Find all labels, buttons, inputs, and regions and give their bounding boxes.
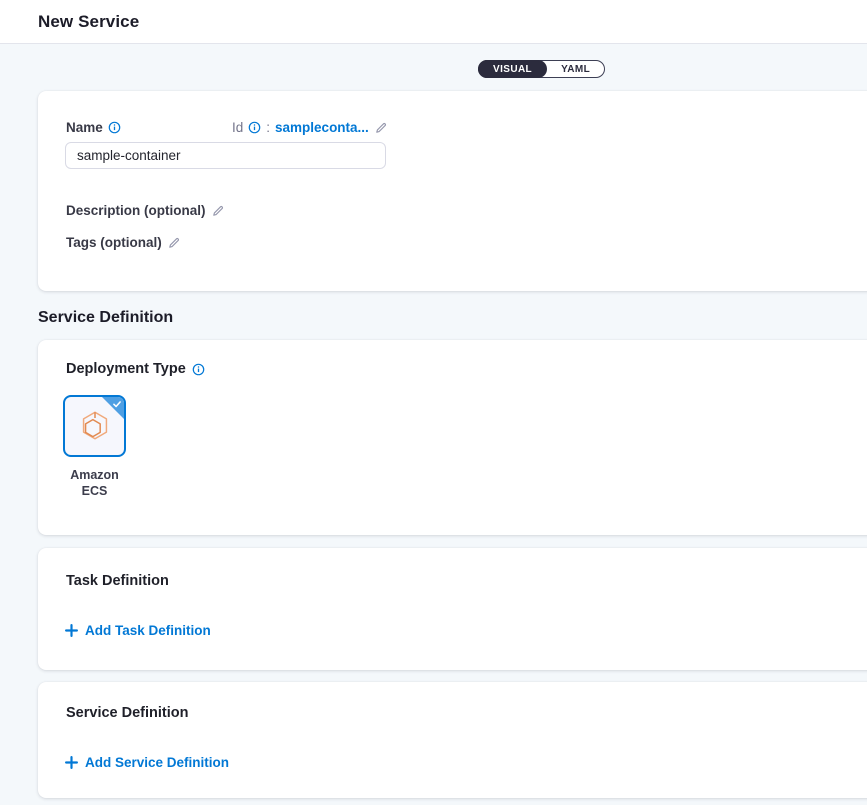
deployment-type-heading: Deployment Type — [66, 361, 186, 377]
description-edit-pencil-icon[interactable] — [211, 204, 225, 218]
service-definition-card: Service Definition Add Service Definitio… — [38, 682, 867, 798]
add-service-definition-button[interactable]: Add Service Definition — [65, 755, 229, 770]
id-edit-pencil-icon[interactable] — [374, 121, 388, 135]
id-colon: : — [266, 120, 270, 135]
service-definition-heading: Service Definition — [66, 705, 188, 721]
amazon-ecs-tile-label: Amazon ECS — [63, 467, 126, 499]
add-service-definition-label: Add Service Definition — [85, 755, 229, 770]
description-label: Description (optional) — [66, 203, 206, 218]
plus-icon — [65, 756, 78, 769]
plus-icon — [65, 624, 78, 637]
description-row: Description (optional) — [66, 203, 225, 218]
amazon-ecs-tile[interactable] — [63, 395, 126, 457]
task-definition-card: Task Definition Add Task Definition — [38, 548, 867, 670]
task-definition-heading: Task Definition — [66, 573, 169, 589]
deployment-type-heading-row: Deployment Type — [66, 361, 205, 377]
tags-label: Tags (optional) — [66, 235, 162, 250]
add-task-definition-button[interactable]: Add Task Definition — [65, 623, 211, 638]
id-field-row: Id : sampleconta... — [232, 120, 388, 135]
tags-row: Tags (optional) — [66, 235, 181, 250]
name-label: Name — [66, 120, 103, 135]
add-task-definition-label: Add Task Definition — [85, 623, 211, 638]
tags-edit-pencil-icon[interactable] — [167, 236, 181, 250]
service-definition-section-title: Service Definition — [38, 309, 173, 327]
visual-yaml-toggle: VISUAL YAML — [478, 60, 605, 78]
tab-yaml[interactable]: YAML — [547, 61, 604, 77]
tab-visual[interactable]: VISUAL — [478, 60, 547, 78]
deployment-type-info-icon[interactable] — [192, 363, 205, 376]
page-header: New Service — [0, 0, 867, 44]
deployment-type-card: Deployment Type Amazon ECS — [38, 340, 867, 535]
check-icon — [112, 399, 122, 409]
page-title: New Service — [38, 12, 139, 32]
service-overview-card: Name Id : sampleconta... Description (op… — [38, 91, 867, 291]
id-value-link[interactable]: sampleconta... — [275, 120, 369, 135]
name-info-icon[interactable] — [108, 121, 121, 134]
id-info-icon[interactable] — [248, 121, 261, 134]
id-label: Id — [232, 120, 243, 135]
name-field-row: Name — [66, 120, 121, 135]
name-input[interactable] — [65, 142, 386, 169]
